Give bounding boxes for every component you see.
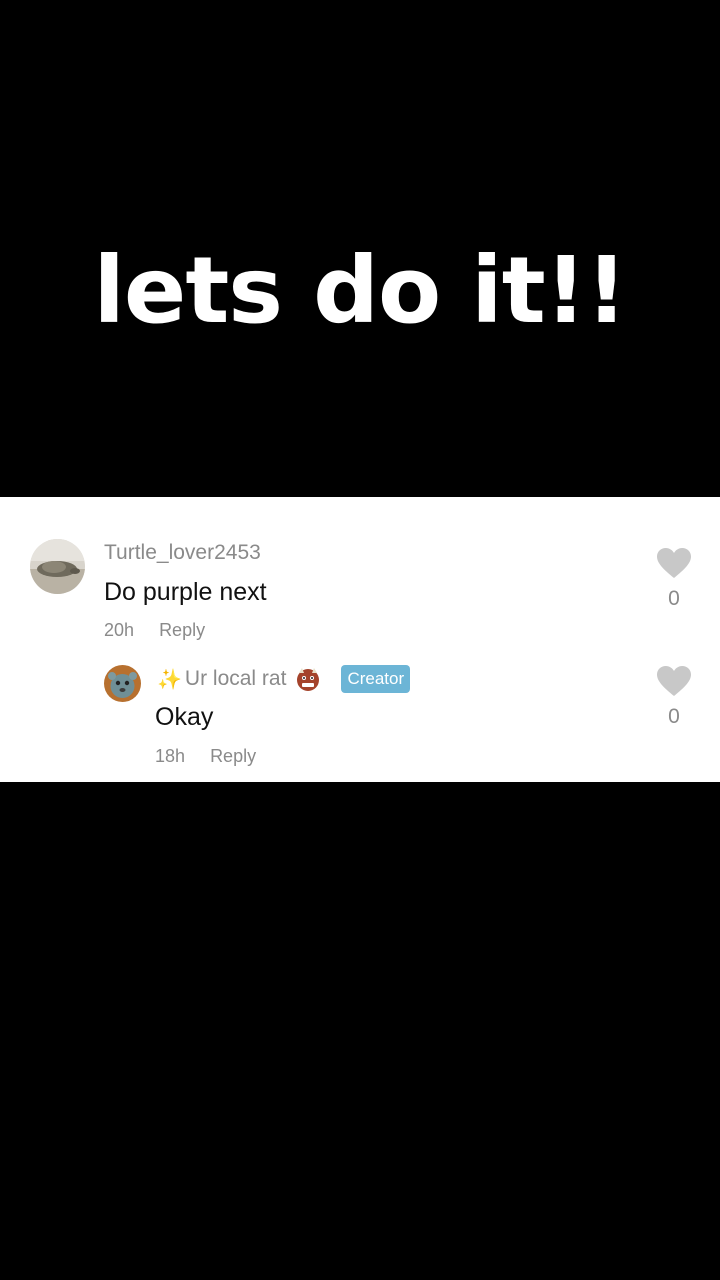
creator-badge: Creator [341, 665, 411, 694]
creator-username-row: ✨ Ur local rat Creator [157, 665, 411, 694]
sparkles-icon: ✨ [157, 668, 182, 691]
commenter-username[interactable]: Turtle_lover2453 [104, 541, 261, 565]
video-caption: lets do it!! [93, 237, 627, 344]
reply-time: 18h [155, 746, 186, 766]
ogre-face-icon [295, 666, 321, 692]
comment-meta: 20h Reply [104, 620, 205, 641]
reply-like[interactable]: 0 [654, 665, 694, 729]
like-count: 0 [668, 587, 680, 610]
reply-button[interactable]: Reply [159, 620, 205, 640]
comment-time: 20h [104, 620, 135, 640]
comment-card: Turtle_lover2453 Do purple next 20h Repl… [0, 497, 720, 782]
creator-avatar[interactable] [104, 665, 141, 702]
commenter-avatar[interactable] [30, 539, 85, 594]
video-screen: lets do it!! Turtle_lover2453 Do purple … [0, 0, 720, 1280]
comment-like[interactable]: 0 [654, 547, 694, 611]
heart-icon[interactable] [656, 547, 692, 579]
heart-icon[interactable] [656, 665, 692, 697]
comment-text: Do purple next [104, 578, 267, 606]
like-count: 0 [668, 705, 680, 728]
reply-meta: 18h Reply [155, 746, 256, 767]
reply-text: Okay [155, 703, 214, 731]
reply-button[interactable]: Reply [210, 746, 256, 766]
creator-username[interactable]: Ur local rat [185, 667, 287, 691]
